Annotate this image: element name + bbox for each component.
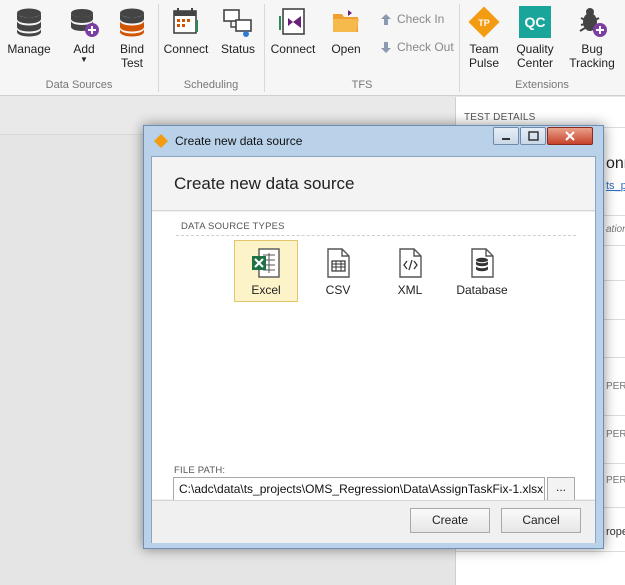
minimize-icon [502,138,510,140]
panel-text-fragment: rope [606,526,625,538]
arrow-up-icon [381,14,391,25]
type-label: XML [397,283,423,297]
type-label: Database [456,283,508,297]
bind-test-button[interactable]: Bind Test [112,6,152,70]
minimize-button[interactable] [493,127,519,145]
bind-test-label: Bind Test [119,42,145,70]
database-add-icon [71,9,99,37]
excel-icon [252,248,280,278]
manage-label: Manage [7,42,51,56]
database-icon [17,8,41,37]
folder-open-icon [333,10,359,32]
type-label: Excel [251,283,281,297]
open-label: Open [331,42,361,56]
dashed-divider [176,235,576,236]
test-details-header: TEST DETAILS [464,112,536,123]
dialog-header: Create new data source [152,157,595,211]
database-bind-icon [120,8,144,37]
panel-text-fragment: onn [606,155,625,172]
scheduling-connect-label: Connect [163,42,209,56]
quality-center-button[interactable]: QC Quality Center [512,6,558,70]
type-label: CSV [325,283,351,297]
team-pulse-icon: TP [468,6,500,38]
check-out-button[interactable]: Check Out [381,40,454,54]
status-label: Status [220,42,256,56]
quality-center-icon: QC [519,6,551,38]
panel-text-fragment: PERT [606,381,625,392]
team-pulse-button[interactable]: TP Team Pulse [462,6,506,70]
maximize-button[interactable] [520,127,546,145]
create-data-source-dialog: Create new data source Create new data s… [143,125,604,549]
panel-link-fragment[interactable]: ts_p [606,180,625,192]
type-tile-xml[interactable]: XML [378,240,442,302]
add-button[interactable]: Add ▼ [62,6,106,64]
chevron-down-icon: ▼ [80,55,88,64]
cancel-button[interactable]: Cancel [501,508,581,533]
close-button[interactable] [547,127,593,145]
quality-center-label: Quality Center [516,42,554,70]
dialog-footer: Create Cancel [152,500,595,543]
manage-button[interactable]: Manage [6,6,52,56]
data-sources-group-label: Data Sources [45,79,113,91]
dialog-titlebar[interactable]: Create new data source [144,126,603,156]
visual-studio-connect-icon [279,8,305,35]
open-button[interactable]: Open [324,6,368,56]
bug-tracking-label: Bug Tracking [569,42,615,70]
add-label: Add [73,42,95,56]
close-icon [565,131,575,141]
team-pulse-label: Team Pulse [468,42,500,70]
panel-text-fragment: ation [606,224,625,235]
bug-add-icon [579,8,607,37]
scheduling-connect-button[interactable]: Connect [162,6,210,56]
database-icon [471,248,494,278]
dialog-body: DATA SOURCE TYPES Excel CSV XML Database… [152,212,595,501]
panel-text-fragment: PERT [606,429,625,440]
arrow-down-icon [381,42,391,53]
check-out-label: Check Out [397,40,454,54]
check-in-label: Check In [397,12,445,26]
file-path-input[interactable]: C:\adc\data\ts_projects\OMS_Regression\D… [173,477,545,501]
dialog-title: Create new data source [174,174,355,193]
calendar-connect-icon [173,8,198,34]
dialog-window-title: Create new data source [175,134,303,148]
divider [456,551,625,552]
scheduling-group-label: Scheduling [183,79,239,91]
tfs-connect-label: Connect [270,42,316,56]
data-source-types-label: DATA SOURCE TYPES [181,221,285,232]
type-tile-database[interactable]: Database [450,240,514,302]
network-status-icon [223,9,252,37]
status-button[interactable]: Status [216,6,260,56]
ribbon-toolbar: Manage Add ▼ Bind Test Data Sources Conn… [0,0,625,96]
create-button[interactable]: Create [410,508,490,533]
maximize-icon [528,131,539,141]
type-tile-csv[interactable]: CSV [306,240,370,302]
app-logo-icon [154,134,168,148]
xml-icon [399,248,422,278]
tfs-group-label: TFS [351,79,373,91]
file-path-label: FILE PATH: [174,465,226,476]
type-tile-excel[interactable]: Excel [234,240,298,302]
browse-button[interactable]: ... [547,477,575,501]
bug-tracking-button[interactable]: Bug Tracking [566,6,618,70]
extensions-group-label: Extensions [515,79,569,91]
panel-text-fragment: PERT [606,475,625,486]
tfs-connect-button[interactable]: Connect [268,6,318,56]
check-in-button[interactable]: Check In [381,12,444,26]
csv-icon [327,248,350,278]
dialog-client-area: Create new data source DATA SOURCE TYPES… [151,156,596,543]
